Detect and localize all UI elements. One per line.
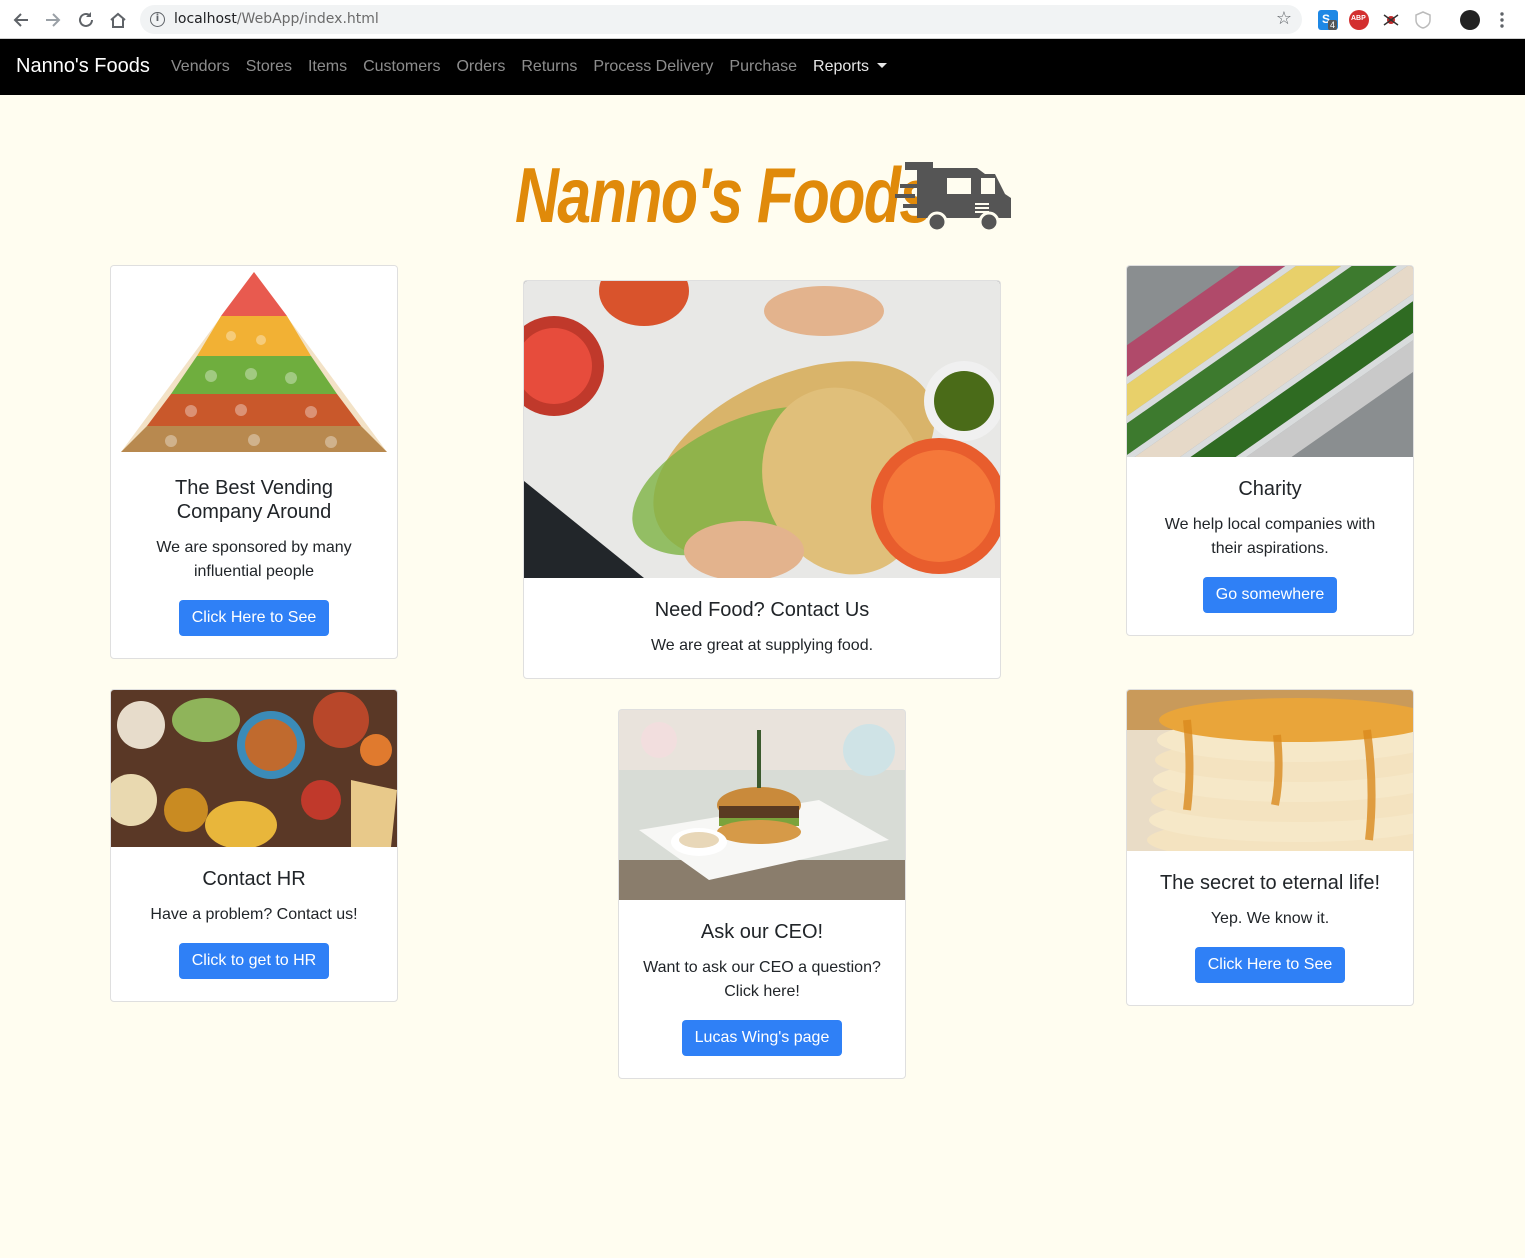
adblock-icon[interactable]: ABP bbox=[1349, 10, 1369, 30]
tacos-image bbox=[524, 281, 1000, 578]
site-navbar: Nanno's Foods Vendors Stores Items Custo… bbox=[0, 39, 1525, 95]
click-here-to-see-button[interactable]: Click Here to See bbox=[1194, 947, 1346, 983]
nav-link-orders[interactable]: Orders bbox=[456, 58, 505, 76]
info-icon[interactable]: i bbox=[150, 12, 165, 27]
card-ceo: Ask our CEO! Want to ask our CEO a quest… bbox=[618, 709, 906, 1079]
card-secret: The secret to eternal life! Yep. We know… bbox=[1126, 689, 1414, 1006]
logo-text: Nanno's Foods bbox=[515, 151, 933, 239]
nav-link-items[interactable]: Items bbox=[308, 58, 347, 76]
nav-link-vendors[interactable]: Vendors bbox=[171, 58, 230, 76]
nav-link-customers[interactable]: Customers bbox=[363, 58, 440, 76]
card-text: Want to ask our CEO a question? Click he… bbox=[643, 959, 881, 1000]
card-text: Have a problem? Contact us! bbox=[150, 906, 358, 923]
address-bar[interactable]: i localhost/WebApp/index.html ☆ bbox=[140, 5, 1302, 34]
navbar-brand[interactable]: Nanno's Foods bbox=[16, 55, 150, 78]
url-text: localhost/WebApp/index.html bbox=[174, 11, 379, 27]
burger-image bbox=[619, 710, 905, 900]
card-text: Yep. We know it. bbox=[1210, 910, 1330, 927]
card-title: The Best Vending Company Around bbox=[175, 477, 333, 523]
card-title: Contact HR bbox=[202, 868, 306, 890]
card-title: Ask our CEO! bbox=[700, 921, 824, 943]
card-text: We are great at supplying food. bbox=[650, 637, 874, 654]
indian-feast-image bbox=[111, 690, 397, 847]
card-text: We help local companies with their aspir… bbox=[1164, 516, 1376, 557]
bookmark-star-icon[interactable]: ☆ bbox=[1276, 8, 1292, 29]
nav-dropdown-reports[interactable]: Reports bbox=[813, 58, 888, 76]
back-arrow-icon[interactable] bbox=[9, 8, 33, 32]
shield-extension-icon[interactable] bbox=[1413, 10, 1433, 30]
caret-down-icon bbox=[877, 63, 888, 68]
card-title: The secret to eternal life! bbox=[1159, 872, 1381, 894]
home-icon[interactable] bbox=[106, 8, 130, 32]
click-to-get-to-hr-button[interactable]: Click to get to HR bbox=[178, 943, 330, 979]
browser-menu-icon[interactable] bbox=[1490, 8, 1514, 32]
card-charity: Charity We help local companies with the… bbox=[1126, 265, 1414, 636]
site-logo: Nanno's Foods bbox=[515, 150, 1015, 240]
browser-toolbar: i localhost/WebApp/index.html ☆ S 4 ABP bbox=[0, 0, 1525, 39]
nav-link-returns[interactable]: Returns bbox=[521, 58, 577, 76]
nav-links: Vendors Stores Items Customers Orders Re… bbox=[171, 58, 903, 76]
extension-badge: 4 bbox=[1328, 20, 1338, 30]
nav-link-stores[interactable]: Stores bbox=[246, 58, 292, 76]
card-title: Charity bbox=[1238, 478, 1302, 500]
bug-extension-icon[interactable] bbox=[1381, 10, 1401, 30]
nav-link-process-delivery[interactable]: Process Delivery bbox=[593, 58, 713, 76]
card-text: We are sponsored by many influential peo… bbox=[156, 539, 352, 580]
lucas-wing-page-button[interactable]: Lucas Wing's page bbox=[681, 1020, 843, 1056]
click-here-to-see-button[interactable]: Click Here to See bbox=[178, 600, 330, 636]
card-vending: The Best Vending Company Around We are s… bbox=[110, 265, 398, 659]
reports-label: Reports bbox=[813, 58, 870, 75]
card-need-food: Need Food? Contact Us We are great at su… bbox=[523, 280, 1001, 679]
card-title: Need Food? Contact Us bbox=[654, 599, 870, 621]
food-pyramid-image bbox=[111, 266, 397, 456]
pancakes-image bbox=[1127, 690, 1413, 851]
forward-arrow-icon[interactable] bbox=[41, 8, 65, 32]
reload-icon[interactable] bbox=[74, 8, 98, 32]
card-contact-hr: Contact HR Have a problem? Contact us! C… bbox=[110, 689, 398, 1002]
profile-avatar[interactable] bbox=[1460, 10, 1480, 30]
salad-bar-image bbox=[1127, 266, 1413, 457]
food-truck-icon bbox=[895, 162, 1011, 233]
extension-s-icon[interactable]: S 4 bbox=[1318, 10, 1338, 30]
go-somewhere-button[interactable]: Go somewhere bbox=[1202, 577, 1338, 613]
nav-link-purchase[interactable]: Purchase bbox=[729, 58, 797, 76]
